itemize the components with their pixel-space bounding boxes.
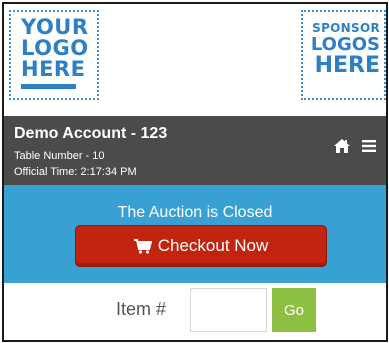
go-button[interactable]: Go bbox=[272, 288, 316, 332]
auction-status-bar: The Auction is Closed Checkout Now bbox=[4, 185, 386, 283]
checkout-label: Checkout Now bbox=[157, 236, 269, 255]
logo-underline bbox=[21, 84, 76, 89]
item-number-input[interactable] bbox=[190, 288, 267, 332]
sponsor-text-line: HERE bbox=[314, 53, 380, 78]
cart-icon bbox=[133, 238, 152, 254]
sponsor-text-line: LOGOS bbox=[310, 34, 380, 55]
table-number: Table Number - 10 bbox=[14, 150, 105, 162]
sponsor-text-line: SPONSOR bbox=[312, 21, 380, 35]
sponsor-logos-placeholder: SPONSOR LOGOS HERE bbox=[301, 10, 386, 100]
item-number-label: Item # bbox=[116, 299, 167, 319]
official-time: Official Time: 2:17:34 PM bbox=[14, 166, 137, 178]
your-logo-placeholder: YOUR LOGO HERE bbox=[9, 10, 99, 100]
checkout-now-button[interactable]: Checkout Now bbox=[75, 225, 327, 267]
logo-text-line: YOUR bbox=[21, 15, 89, 39]
account-actions bbox=[334, 139, 376, 153]
account-title: Demo Account - 123 bbox=[14, 125, 168, 142]
home-icon[interactable] bbox=[334, 139, 350, 153]
account-bar: Demo Account - 123 Table Number - 10 Off… bbox=[4, 116, 386, 185]
mobile-frame: YOUR LOGO HERE SPONSOR LOGOS HERE Demo A… bbox=[2, 2, 388, 342]
logo-text-line: HERE bbox=[21, 57, 86, 81]
logo-header: YOUR LOGO HERE SPONSOR LOGOS HERE bbox=[4, 4, 386, 116]
auction-status-text: The Auction is Closed bbox=[117, 204, 273, 221]
menu-icon[interactable] bbox=[362, 140, 376, 152]
logo-text-line: LOGO bbox=[21, 36, 89, 60]
item-search-row: Item # Go bbox=[4, 283, 386, 340]
